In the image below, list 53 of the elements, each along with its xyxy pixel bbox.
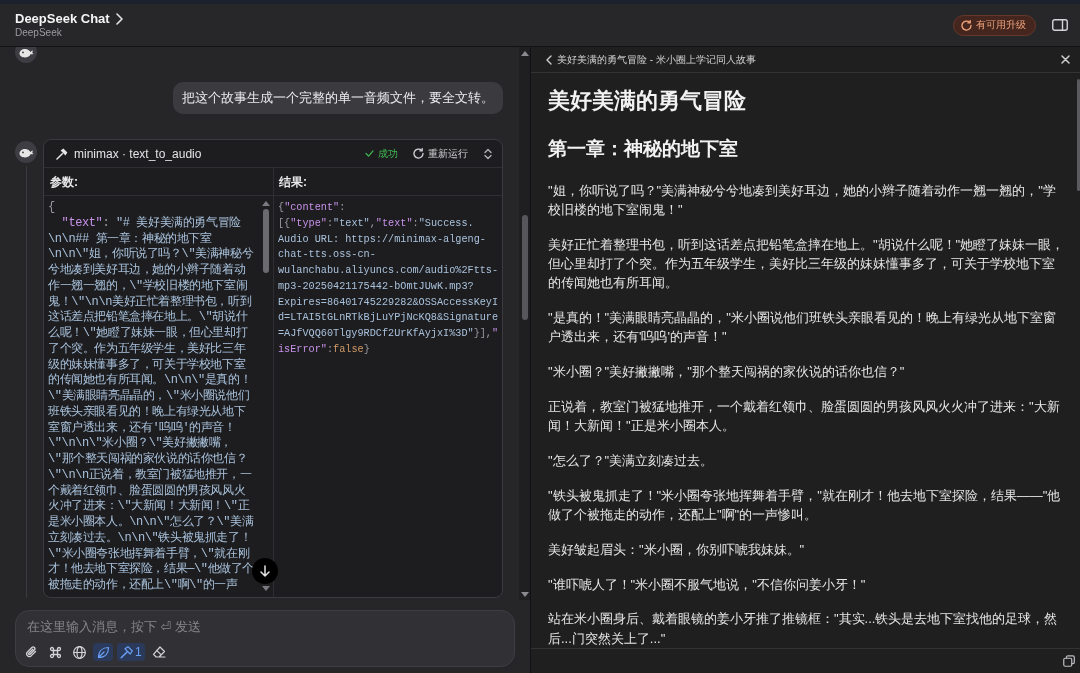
scrollbar-thumb[interactable] — [1077, 79, 1080, 191]
story-paragraph: 站在米小圈身后、戴着眼镜的姜小牙推了推镜框："其实...铁头是去地下室找他的足球，然后...门突然关上了..." — [548, 610, 1059, 648]
scroll-down-button[interactable] — [252, 558, 278, 584]
status-label: 成功 — [378, 147, 398, 161]
eraser-icon — [151, 646, 166, 658]
upgrade-button[interactable]: 有可用升级 — [953, 14, 1036, 36]
user-message: 把这个故事生成一个完整的单一音频文件，要全文转。 — [173, 82, 503, 114]
chevron-up-down-icon[interactable] — [484, 147, 492, 160]
hammer-icon — [120, 645, 133, 659]
tools-button[interactable]: 1 — [117, 643, 145, 661]
story-paragraph: 美好正忙着整理书包，听到这话差点把铅笔盒摔在地上。"胡说什么呢！"她瞪了妹妹一眼，但心里却打了个突。作为五年级学生，美好比三年级的妹妹懂事多了，可关于学校地下室的传闻她也有所耳闻。 — [548, 236, 1066, 293]
story-paragraph: "米小圈？"美好撇撇嘴，"那个整天闯祸的家伙说的话你也信？" — [548, 363, 906, 382]
story-paragraph: 美好皱起眉头："米小圈，你别吓唬我妹妹。" — [548, 540, 806, 559]
chapter-heading: 第一章：神秘的地下室 — [548, 137, 739, 161]
scroll-up-arrow-icon[interactable] — [262, 201, 270, 206]
scroll-down-arrow-icon[interactable] — [262, 586, 270, 591]
panel-toggle-icon[interactable] — [1052, 19, 1068, 31]
rerun-button[interactable]: 重新运行 — [413, 146, 468, 161]
scrollbar-track[interactable] — [519, 47, 530, 600]
story-paragraph: 正说着，教室门被猛地推开，一个戴着红领巾、脸蛋圆圆的男孩风风火火冲了进来："大新闻！大新闻！"正是米小圈本人。 — [548, 398, 1061, 436]
document-title: 美好美满的勇气冒险 — [548, 87, 747, 115]
chevron-right-icon[interactable] — [115, 12, 123, 25]
scroll-up-arrow-icon[interactable] — [520, 51, 529, 56]
story-paragraph: "是真的！"美满眼睛亮晶晶的，"米小圈说他们班铁头亲眼看见的！晚上有绿光从地下室窗户透出来，还有'呜呜'的声音！" — [548, 309, 1057, 347]
result-code: {"content": [{"type":"text","text":"Success. Audio URL: https://minimax-algeng-chat-tts.oss-cn-wulanchabu.aliyuncs.com/audio%2Ftts-mp3-20250421175442-bOmtJUwK.mp3?Expires=86401745229282&OSSAccessKeyId=LTAI5tGLnRTkBjLuYPjNcKQ8&Signature=AJfVQQ60Tlgy9RDCf2UrKfAyjxI%3D"}],"isError":false} — [277, 201, 500, 357]
refresh-icon — [413, 148, 424, 159]
story-paragraph: "谁吓唬人了！"米小圈不服气地说，"不信你问姜小牙！" — [548, 575, 867, 594]
params-code: { "text": "# 美好美满的勇气冒险\n\n## 第一章：神秘的地下室\n\n\"姐，你听说了吗？\"美满神秘兮兮地凑到美好耳边，她的小辫子随着动作一翘一翘的，\"学校旧楼的地下室闹鬼！\"\n\n美好正忙着整理书包，听到这话差点把铅笔盒摔在地上。\"胡说什么呢！\"她瞪了妹妹一眼，但心里却打了个突。作为五年级学生，美好比三年级的妹妹懂事多了，可关于学校地下室的传闻她也有所耳闻。\n\n\"是真的！\"美满眼睛亮晶晶的，\"米小圈说他们班铁头亲眼看见的！晚上有绿光从地下室窗户透出来，还有'呜呜'的声音！\"\n\n\"米小圈？\"美好撇撇嘴，\"那个整天闯祸的家伙说的话你也信？\"\n\n正说着，教室门被猛地推开，一个戴着红领巾、脸蛋圆圆的男孩风风火火冲了进来：\"大新闻！大新闻！\"正是米小圈本人。\n\n\"怎么了？\"美满立刻凑过去。\n\n\"铁头被鬼抓走了！\"米小圈夸张地挥舞着手臂，\"就在刚才！他去地下室探险，结果—\"他做了个被拖走的动作，还配上\"啊\"的一声 — [47, 199, 255, 594]
paperclip-icon — [25, 645, 37, 659]
scrollbar-thumb[interactable] — [263, 209, 269, 273]
arrow-down-icon — [260, 565, 270, 577]
leaf-icon — [96, 645, 110, 659]
chevron-left-icon[interactable] — [546, 54, 552, 65]
reasoning-button[interactable] — [93, 643, 113, 661]
globe-icon — [72, 645, 86, 659]
story-paragraph: "铁头被鬼抓走了！"米小圈夸张地挥舞着手臂，"就在刚才！他去地下室探险，结果——"他做了个被拖走的动作，还配上"啊"的一声惨叫。 — [548, 486, 1062, 524]
fish-avatar-icon — [15, 47, 37, 63]
params-label: 参数: — [50, 173, 78, 191]
hammer-icon — [56, 147, 68, 160]
close-icon[interactable] — [1061, 55, 1070, 64]
panel-breadcrumb: 美好美满的勇气冒险 - 米小圈上学记同人故事 — [557, 53, 756, 66]
scrollbar-thumb[interactable] — [521, 215, 528, 320]
window-restore-icon[interactable] — [1063, 655, 1075, 667]
fish-avatar-icon — [15, 141, 37, 163]
window-subtitle: DeepSeek — [15, 27, 63, 39]
window-title[interactable]: DeepSeek Chat — [15, 11, 110, 26]
result-label: 结果: — [279, 173, 307, 191]
refresh-icon — [961, 19, 972, 31]
story-paragraph: "姐，你听说了吗？"美满神秘兮兮地凑到美好耳边，她的小辫子随着动作一翘一翘的，"学校旧楼的地下室闹鬼！" — [548, 182, 1057, 220]
story-paragraph: "怎么了？"美满立刻凑过去。 — [548, 452, 715, 470]
command-key-icon — [48, 645, 62, 659]
tool-name: minimax · text_to_audio — [74, 145, 202, 163]
scroll-down-arrow-icon[interactable] — [520, 592, 529, 597]
